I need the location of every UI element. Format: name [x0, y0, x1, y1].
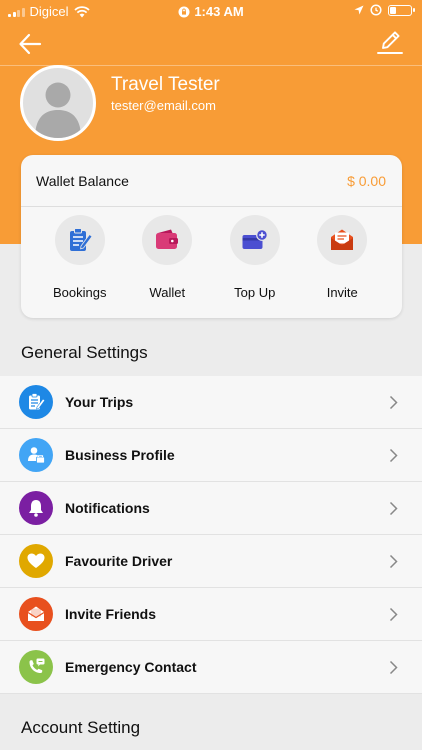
wallet-balance-row[interactable]: Wallet Balance $ 0.00 — [21, 155, 402, 207]
bell-icon — [19, 491, 53, 525]
business-person-icon — [19, 438, 53, 472]
chevron-right-icon — [389, 660, 398, 675]
invite-action[interactable]: Invite — [299, 215, 387, 300]
wallet-label: Wallet — [149, 285, 186, 300]
setting-notifications[interactable]: Notifications — [0, 482, 422, 535]
top-up-action[interactable]: Top Up — [211, 215, 299, 300]
alarm-icon — [370, 4, 382, 16]
setting-emergency-contact[interactable]: Emergency Contact — [0, 641, 422, 694]
status-bar: Digicel 1:43 AM — [0, 0, 422, 22]
setting-invite-friends[interactable]: Invite Friends — [0, 588, 422, 641]
chevron-right-icon — [389, 448, 398, 463]
phone-chat-icon — [19, 650, 53, 684]
wallet-balance-amount: $ 0.00 — [347, 172, 386, 189]
avatar[interactable] — [20, 65, 96, 141]
clipboard-icon — [19, 385, 53, 419]
quick-actions: Bookings Wallet Top Up Invite — [21, 207, 402, 300]
envelope-icon — [19, 597, 53, 631]
arrow-left-icon — [19, 33, 42, 55]
general-settings-title: General Settings — [21, 343, 148, 362]
location-arrow-icon — [354, 5, 364, 15]
setting-favourite-driver[interactable]: Favourite Driver — [0, 535, 422, 588]
wallet-card: Wallet Balance $ 0.00 Bookings Wallet To… — [21, 155, 402, 318]
chevron-right-icon — [389, 395, 398, 410]
setting-label: Notifications — [65, 500, 150, 516]
chevron-right-icon — [389, 501, 398, 516]
setting-business-profile[interactable]: Business Profile — [0, 429, 422, 482]
top-up-label: Top Up — [234, 285, 276, 300]
heart-icon — [19, 544, 53, 578]
default-user-icon — [35, 82, 81, 138]
setting-your-trips[interactable]: Your Trips — [0, 376, 422, 429]
profile-name: Travel Tester — [111, 74, 220, 95]
account-setting-title: Account Setting — [21, 718, 141, 737]
clock-time: 1:43 AM — [194, 4, 244, 19]
wallet-action[interactable]: Wallet — [124, 215, 212, 300]
clipboard-icon — [69, 228, 93, 251]
envelope-icon — [331, 229, 354, 250]
chevron-right-icon — [389, 607, 398, 622]
chevron-right-icon — [389, 554, 398, 569]
bookings-action[interactable]: Bookings — [36, 215, 124, 300]
wallet-icon — [156, 229, 179, 249]
setting-label: Invite Friends — [65, 606, 157, 622]
bookings-label: Bookings — [53, 285, 107, 300]
setting-label: Emergency Contact — [65, 659, 197, 675]
setting-label: Your Trips — [65, 394, 134, 410]
setting-label: Favourite Driver — [65, 553, 173, 569]
back-button[interactable] — [16, 30, 46, 58]
pencil-icon — [377, 31, 403, 54]
lock-rotation-icon — [178, 6, 190, 17]
wallet-balance-label: Wallet Balance — [36, 172, 129, 189]
setting-label: Business Profile — [65, 447, 175, 463]
invite-label: Invite — [326, 285, 358, 300]
card-plus-icon — [242, 229, 268, 249]
battery-icon — [388, 4, 415, 16]
edit-profile-button[interactable] — [376, 28, 404, 58]
profile-email: tester@email.com — [111, 98, 216, 113]
general-settings-list: Your Trips Business Profile Notification… — [0, 376, 422, 694]
